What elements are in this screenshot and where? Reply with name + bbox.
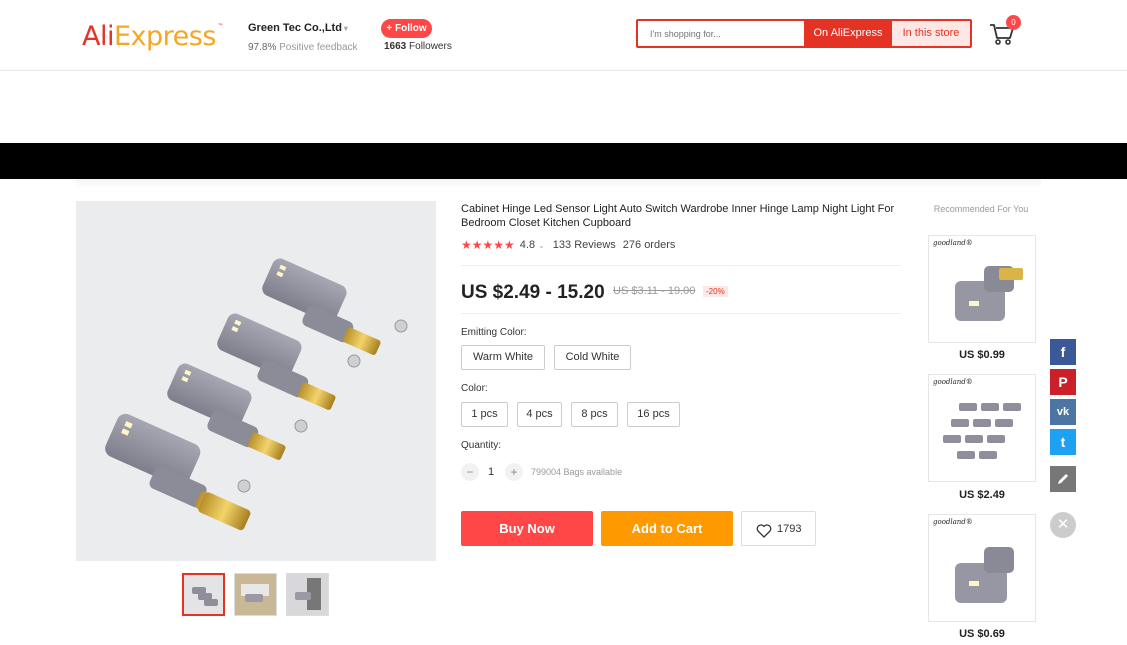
cart-count-badge: 0: [1006, 15, 1021, 30]
reviews-link[interactable]: 133 Reviews: [553, 239, 616, 251]
color-label: Color:: [461, 383, 488, 394]
sku-cold-white[interactable]: Cold White: [554, 345, 631, 370]
site-header: AliExpress ™ Green Tec Co.,Ltd ▾ 97.8% Pos…: [0, 0, 1127, 71]
store-info: Green Tec Co.,Ltd ▾ 97.8% Positive feedba…: [248, 22, 358, 53]
chevron-down-icon[interactable]: ⌄: [538, 241, 545, 250]
divider: [461, 265, 901, 266]
aliexpress-logo[interactable]: AliExpress ™: [82, 21, 223, 52]
recommended-price: US $0.99: [959, 349, 1005, 361]
sku-8-pcs[interactable]: 8 pcs: [571, 402, 618, 427]
rating-stars: ★★★★★: [461, 238, 515, 252]
facebook-share-icon[interactable]: f: [1050, 339, 1076, 365]
banner-shadow: [76, 179, 1041, 189]
quantity-increase-button[interactable]: +: [505, 463, 523, 481]
pinterest-share-icon[interactable]: P: [1050, 369, 1076, 395]
sku-warm-white[interactable]: Warm White: [461, 345, 545, 370]
discount-badge: -20%: [703, 286, 728, 297]
recommended-item[interactable]: goodland®: [928, 514, 1036, 622]
followers-count: 1663 Followers: [384, 41, 452, 52]
close-icon[interactable]: ✕: [1050, 512, 1076, 538]
edit-icon[interactable]: [1050, 466, 1076, 492]
store-name[interactable]: Green Tec Co.,Ltd ▾: [248, 22, 358, 34]
store-banner: [0, 143, 1127, 179]
search-store-button[interactable]: In this store: [892, 21, 970, 46]
heart-icon: [756, 524, 772, 538]
recommended-item[interactable]: goodland®: [928, 374, 1036, 482]
sku-4-pcs[interactable]: 4 pcs: [517, 402, 562, 427]
quantity-value[interactable]: 1: [488, 466, 494, 478]
quantity-decrease-button[interactable]: −: [461, 463, 479, 481]
thumbnail-3[interactable]: [286, 573, 329, 616]
sku-16-pcs[interactable]: 16 pcs: [627, 402, 680, 427]
recommended-price: US $0.69: [959, 628, 1005, 640]
recommended-item[interactable]: goodland®: [928, 235, 1036, 343]
twitter-share-icon[interactable]: t: [1050, 429, 1076, 455]
quantity-label: Quantity:: [461, 440, 502, 451]
divider: [461, 313, 901, 314]
hinge-lights-image: [76, 201, 436, 561]
search-input[interactable]: [638, 21, 804, 46]
buy-now-button[interactable]: Buy Now: [461, 511, 593, 546]
rating-row: ★★★★★ 4.8 ⌄ 133 Reviews 276 orders: [461, 238, 675, 252]
recommended-title: Recommended For You: [933, 204, 1029, 214]
wishlist-button[interactable]: 1793: [741, 511, 816, 546]
search-aliexpress-button[interactable]: On AliExpress: [804, 21, 892, 46]
orders-count: 276 orders: [622, 239, 676, 251]
follow-button[interactable]: + Follow: [381, 19, 432, 38]
recommended-price: US $2.49: [959, 489, 1005, 501]
rating-value[interactable]: 4.8: [520, 239, 535, 251]
chevron-down-icon: ▾: [343, 24, 348, 33]
wishlist-count: 1793: [777, 523, 802, 535]
stock-available: 799004 Bags available: [531, 467, 623, 477]
price: US $2.49 - 15.20: [461, 282, 605, 303]
sku-1-pcs[interactable]: 1 pcs: [461, 402, 508, 427]
thumbnail-1[interactable]: [182, 573, 225, 616]
emitting-color-label: Emitting Color:: [461, 327, 527, 338]
store-feedback: 97.8% Positive feedback: [248, 42, 358, 53]
search-bar: On AliExpress In this store: [636, 19, 972, 48]
vk-share-icon[interactable]: vk: [1050, 399, 1076, 425]
product-title: Cabinet Hinge Led Sensor Light Auto Swit…: [461, 203, 895, 229]
thumbnail-2[interactable]: [234, 573, 277, 616]
product-main-image[interactable]: [76, 201, 436, 561]
add-to-cart-button[interactable]: Add to Cart: [601, 511, 733, 546]
original-price: US $3.11 - 19.00: [613, 285, 696, 297]
